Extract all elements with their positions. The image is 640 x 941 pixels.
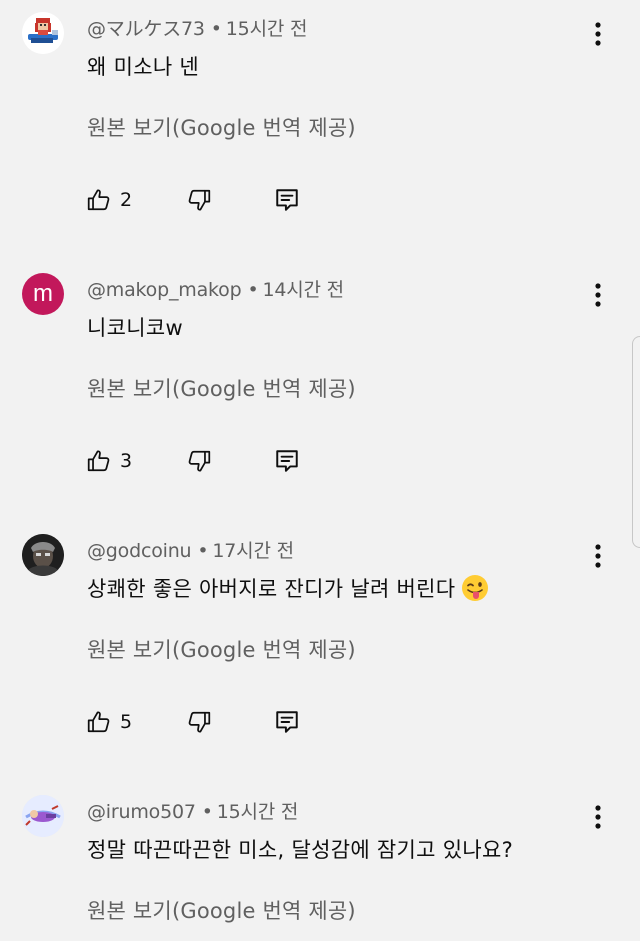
comment-actions: 5 [86, 704, 326, 740]
avatar[interactable] [22, 12, 64, 54]
dislike-button[interactable] [186, 182, 212, 218]
thumbs-down-icon [188, 711, 211, 733]
reply-button[interactable] [274, 443, 300, 479]
more-options-button[interactable] [584, 801, 612, 833]
reply-button[interactable] [274, 182, 300, 218]
scroll-handle[interactable] [632, 336, 640, 548]
author-name[interactable]: @makop_makop [87, 279, 242, 301]
avatar-letter: m [33, 280, 53, 307]
meta-separator: • [210, 18, 222, 40]
more-options-button[interactable] [584, 18, 612, 50]
comment-text-content: 왜 미소나 넨 [87, 55, 200, 79]
more-options-button[interactable] [584, 279, 612, 311]
thumbs-down-icon [188, 189, 211, 211]
author-name[interactable]: @マルケス73 [87, 18, 205, 40]
comment-actions: 2 [86, 182, 326, 218]
comment-meta: @makop_makop • 14시간 전 [87, 275, 344, 302]
reply-button[interactable] [274, 704, 300, 740]
meta-separator: • [201, 801, 213, 823]
dislike-button[interactable] [186, 443, 212, 479]
avatar[interactable] [22, 795, 64, 837]
comment-meta: @マルケス73 • 15시간 전 [87, 14, 307, 41]
avatar[interactable]: m [22, 273, 64, 315]
reply-comment-icon [276, 450, 298, 472]
like-count: 3 [120, 450, 133, 472]
meta-separator: • [197, 540, 209, 562]
comment-item: @irumo507 • 15시간 전 정말 따끈따끈한 미소, 달성감에 잠기고 있… [0, 783, 640, 941]
comment-meta: @godcoinu • 17시간 전 [87, 536, 294, 563]
more-vertical-icon [595, 544, 601, 568]
like-button[interactable]: 3 [86, 443, 132, 479]
comment-text-content: 상쾌한 좋은 아버지로 잔디가 날려 버린다 [87, 577, 456, 601]
comment-text: 정말 따끈따끈한 미소, 달성감에 잠기고 있나요? [87, 834, 513, 864]
like-button[interactable]: 2 [86, 182, 132, 218]
more-vertical-icon [595, 283, 601, 307]
comment-text: 니코니코w [87, 312, 183, 342]
meta-separator: • [247, 279, 259, 301]
more-options-button[interactable] [584, 540, 612, 572]
comment-item: @godcoinu • 17시간 전 상쾌한 좋은 아버지로 잔디가 날려 버린다 … [0, 522, 640, 782]
winking-face-with-tongue-emoji [462, 575, 489, 601]
thumbs-down-icon [188, 450, 211, 472]
comment-text: 상쾌한 좋은 아버지로 잔디가 날려 버린다 [87, 573, 489, 603]
comment-time: 15시간 전 [225, 18, 308, 40]
comment-meta: @irumo507 • 15시간 전 [87, 797, 298, 824]
reply-comment-icon [276, 711, 298, 733]
like-count: 2 [120, 189, 133, 211]
reply-comment-icon [276, 189, 298, 211]
comment-item: m @makop_makop • 14시간 전 니코니코w 원본 보기(Google… [0, 261, 640, 521]
dislike-button[interactable] [186, 704, 212, 740]
author-name[interactable]: @godcoinu [87, 540, 192, 562]
view-original-link[interactable]: 원본 보기(Google 번역 제공) [87, 895, 356, 925]
comment-text-content: 니코니코w [87, 316, 183, 340]
author-name[interactable]: @irumo507 [87, 801, 196, 823]
view-original-link[interactable]: 원본 보기(Google 번역 제공) [87, 112, 356, 142]
like-button[interactable]: 5 [86, 704, 132, 740]
comment-text: 왜 미소나 넨 [87, 51, 199, 81]
comment-time: 15시간 전 [216, 801, 299, 823]
thumbs-up-icon [87, 450, 110, 472]
more-vertical-icon [595, 22, 601, 46]
thumbs-up-icon [87, 189, 110, 211]
view-original-link[interactable]: 원본 보기(Google 번역 제공) [87, 373, 356, 403]
comment-time: 14시간 전 [262, 279, 344, 301]
avatar[interactable] [22, 534, 64, 576]
thumbs-up-icon [87, 711, 110, 733]
comment-actions: 3 [86, 443, 326, 479]
comment-text-content: 정말 따끈따끈한 미소, 달성감에 잠기고 있나요? [87, 838, 514, 862]
view-original-link[interactable]: 원본 보기(Google 번역 제공) [87, 634, 356, 664]
like-count: 5 [120, 711, 133, 733]
comment-time: 17시간 전 [212, 540, 294, 562]
more-vertical-icon [595, 805, 601, 829]
comment-item: @マルケス73 • 15시간 전 왜 미소나 넨 원본 보기(Google 번역 제… [0, 0, 640, 260]
